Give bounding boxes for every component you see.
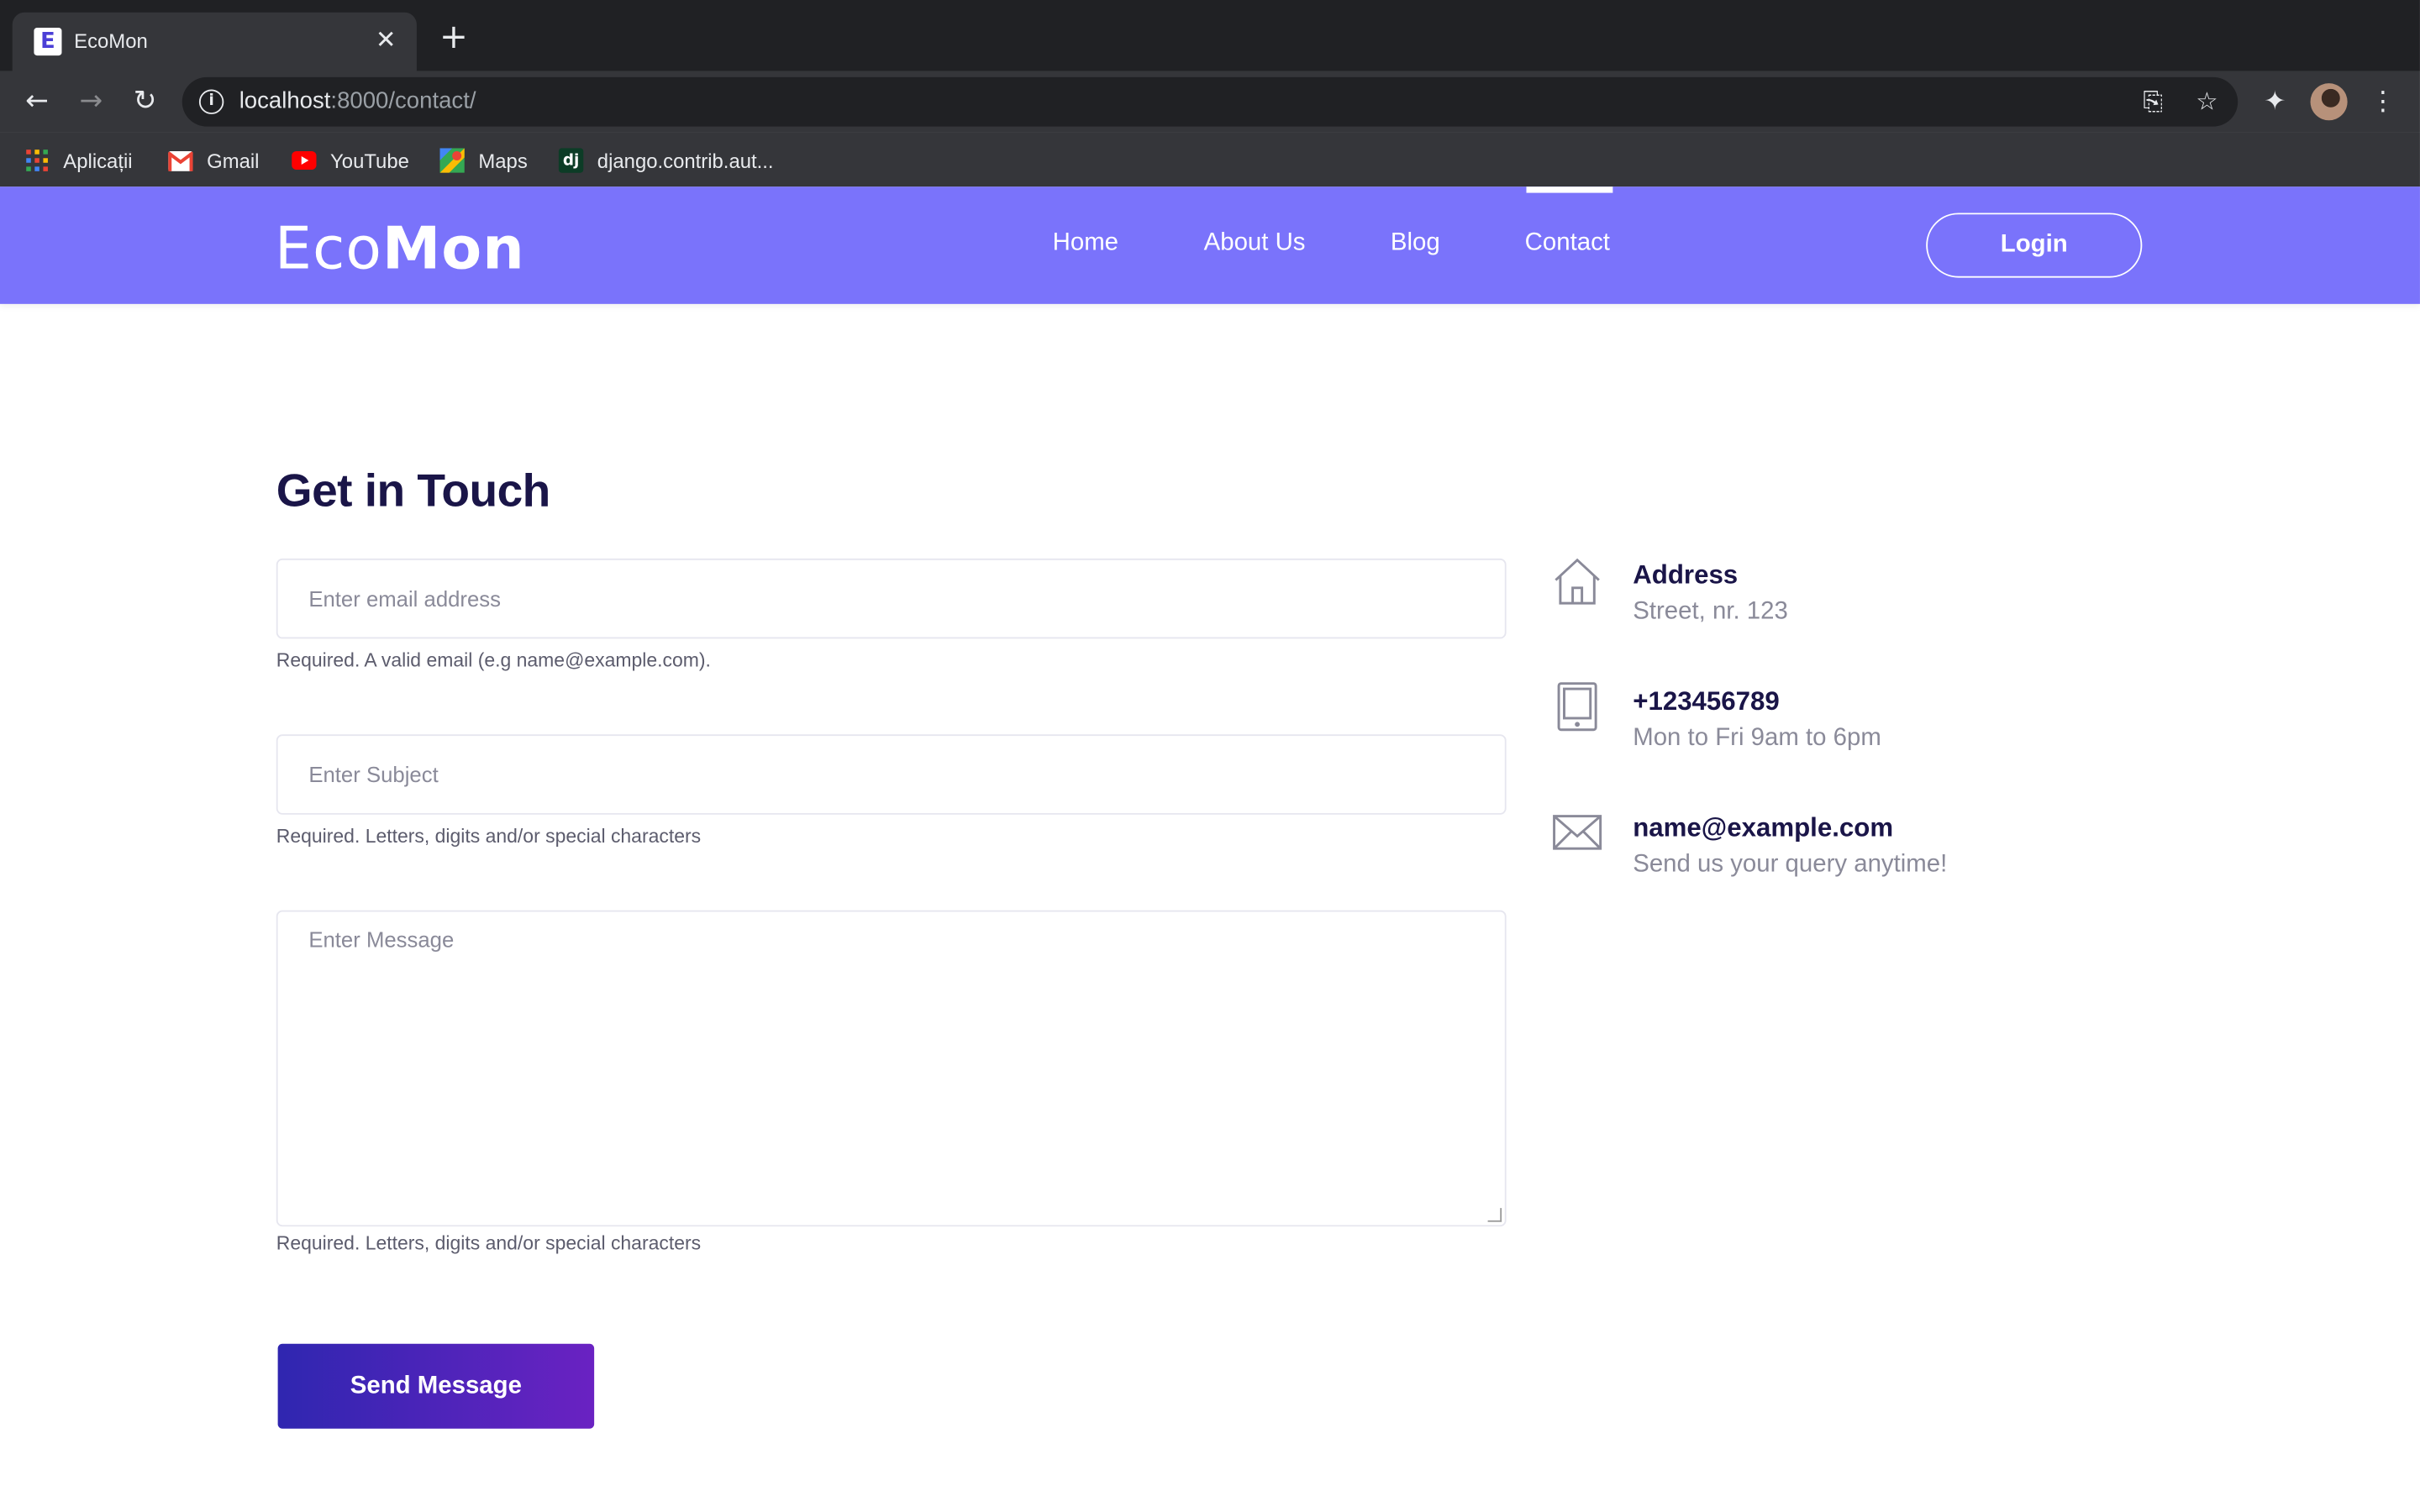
bookmark-label: Gmail: [207, 149, 260, 172]
nav-home[interactable]: Home: [1053, 230, 1118, 258]
nav-contact[interactable]: Contact: [1525, 230, 1610, 258]
site-header: EcoMon Home About Us Blog Contact Login: [0, 186, 2420, 304]
django-icon: dj: [558, 148, 584, 173]
phone-hours: Mon to Fri 9am to 6pm: [1633, 725, 1881, 752]
page-title: Get in Touch: [276, 465, 551, 517]
address-title: Address: [1633, 559, 1739, 590]
bookmark-apps[interactable]: Aplicații: [24, 145, 133, 176]
subject-field-wrapper: [276, 734, 1507, 815]
email-field[interactable]: [277, 559, 1505, 638]
bookmark-label: YouTube: [330, 149, 409, 172]
profile-avatar[interactable]: [2310, 83, 2348, 121]
address-text: Street, nr. 123: [1633, 598, 1788, 625]
message-help-text: Required. Letters, digits and/or special…: [276, 1232, 702, 1255]
nav-active-indicator: [1526, 186, 1613, 193]
reload-icon[interactable]: ↻: [127, 83, 164, 120]
subject-help-text: Required. Letters, digits and/or special…: [276, 825, 702, 848]
bookmark-maps[interactable]: Maps: [439, 145, 528, 176]
apps-grid-icon: [24, 148, 49, 172]
resize-handle-icon[interactable]: [1487, 1208, 1502, 1222]
subject-field[interactable]: [277, 736, 1505, 813]
youtube-icon: [292, 148, 317, 172]
forward-arrow-icon[interactable]: →: [72, 83, 109, 120]
bookmark-django[interactable]: dj django.contrib.aut...: [558, 145, 774, 176]
site-favicon-icon: E: [34, 28, 62, 56]
bookmark-label: django.contrib.aut...: [597, 149, 774, 172]
close-tab-icon[interactable]: ✕: [371, 24, 402, 55]
site-info-icon[interactable]: i: [198, 89, 224, 114]
tablet-icon: [1551, 680, 1603, 732]
bookmark-label: Maps: [478, 149, 528, 172]
bookmark-label: Aplicații: [63, 149, 133, 172]
contact-email: name@example.com: [1633, 812, 1894, 843]
envelope-icon: [1551, 807, 1603, 859]
bookmark-star-icon[interactable]: ☆: [2191, 87, 2223, 118]
browser-toolbar: ← → ↻ i localhost:8000/contact/ ⎘ ☆ ✦ ⋮: [0, 71, 2420, 133]
email-help-text: Required. A valid email (e.g name@exampl…: [276, 649, 711, 671]
home-icon: [1551, 555, 1603, 607]
more-menu-icon[interactable]: ⋮: [2365, 83, 2402, 120]
send-message-button[interactable]: Send Message: [277, 1343, 595, 1429]
bookmarks-bar: Aplicații Gmail YouTube Maps dj django.c…: [0, 132, 2420, 187]
message-field-wrapper: [276, 910, 1507, 1227]
translate-icon[interactable]: ⎘: [2138, 87, 2169, 118]
nav-blog[interactable]: Blog: [1391, 230, 1440, 258]
site-logo[interactable]: EcoMon: [275, 214, 525, 282]
gmail-icon: [168, 148, 193, 172]
nav-about-us[interactable]: About Us: [1204, 230, 1306, 258]
phone-number: +123456789: [1633, 686, 1780, 717]
bookmark-youtube[interactable]: YouTube: [292, 145, 409, 176]
maps-icon: [439, 148, 465, 173]
extensions-puzzle-icon[interactable]: ✦: [2256, 83, 2293, 120]
tab-title: EcoMon: [74, 29, 148, 53]
message-field[interactable]: [277, 911, 1505, 1218]
address-bar[interactable]: i localhost:8000/contact/ ⎘ ☆: [182, 76, 2238, 127]
address-bar-url[interactable]: localhost:8000/contact/: [239, 88, 476, 114]
bookmark-gmail[interactable]: Gmail: [168, 145, 259, 176]
email-note: Send us your query anytime!: [1633, 851, 1948, 879]
new-tab-icon[interactable]: +: [437, 21, 471, 55]
login-button[interactable]: Login: [1926, 213, 2143, 278]
browser-tab[interactable]: E EcoMon ✕: [12, 12, 417, 71]
browser-tab-strip: E EcoMon ✕ +: [0, 0, 2420, 71]
back-arrow-icon[interactable]: ←: [18, 83, 55, 120]
email-field-wrapper: [276, 558, 1507, 639]
